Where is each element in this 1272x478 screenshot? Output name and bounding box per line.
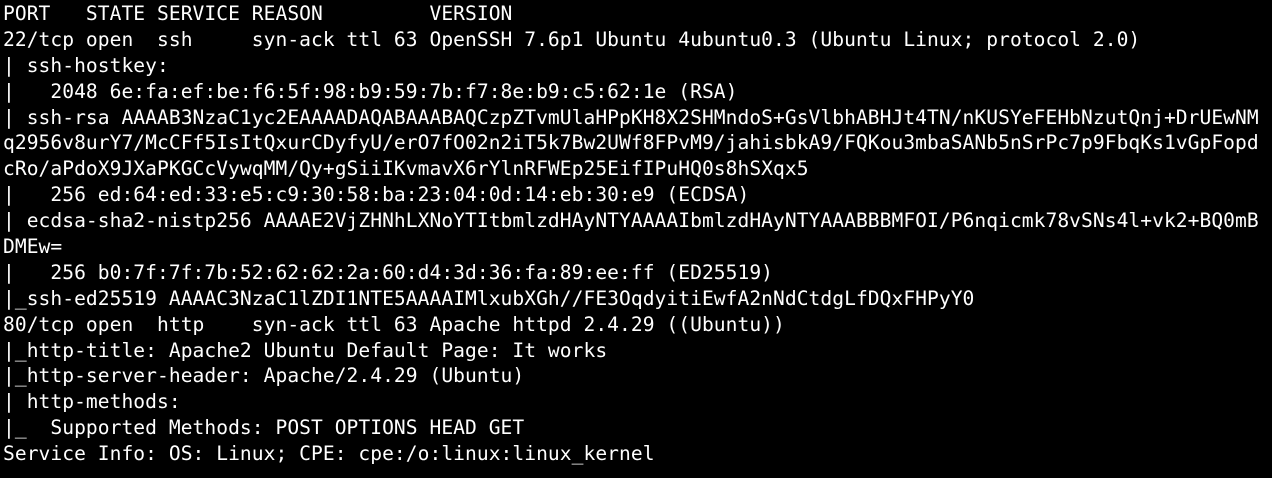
terminal-line-ecdsa-fingerprint: | 256 ed:64:ed:33:e5:c9:30:58:ba:23:04:0…	[3, 183, 750, 207]
terminal-line-rsa-key-1: | ssh-rsa AAAAB3NzaC1yc2EAAAADAQABAAABAQ…	[3, 105, 1259, 129]
terminal-line-rsa-key-2: q2956v8urY7/McCFf5IsItQxurCDyfyU/erO7fO0…	[3, 131, 1259, 155]
terminal-line-ed25519-key: |_ssh-ed25519 AAAAC3NzaC1lZDI1NTE5AAAAIM…	[3, 286, 975, 310]
terminal-line-rsa-key-3: cRo/aPdoX9JXaPKGCcVywqMM/Qy+gSiiIKvmavX6…	[3, 157, 809, 181]
terminal-line-supported-methods: |_ Supported Methods: POST OPTIONS HEAD …	[3, 416, 525, 440]
terminal-line-header: PORT STATE SERVICE REASON VERSION	[3, 2, 513, 25]
terminal-line-ecdsa-key-2: DMEw=	[3, 235, 63, 259]
terminal-line-ssh-hostkey: | ssh-hostkey:	[3, 53, 181, 77]
terminal-line-ecdsa-key-1: | ecdsa-sha2-nistp256 AAAAE2VjZHNhLXNoYT…	[3, 209, 1259, 233]
terminal-line-port-22: 22/tcp open ssh syn-ack ttl 63 OpenSSH 7…	[3, 27, 1141, 51]
terminal-line-http-title: |_http-title: Apache2 Ubuntu Default Pag…	[3, 338, 608, 362]
terminal-line-ed25519-fingerprint: | 256 b0:7f:7f:7b:52:62:62:2a:60:d4:3d:3…	[3, 260, 774, 284]
terminal-line-rsa-fingerprint: | 2048 6e:fa:ef:be:f6:5f:98:b9:59:7b:f7:…	[3, 79, 738, 103]
terminal-line-http-server-header: |_http-server-header: Apache/2.4.29 (Ubu…	[3, 364, 525, 388]
terminal-line-port-80: 80/tcp open http syn-ack ttl 63 Apache h…	[3, 312, 785, 336]
terminal-output[interactable]: PORT STATE SERVICE REASON VERSION 22/tcp…	[0, 0, 1272, 478]
terminal-line-http-methods: | http-methods:	[3, 390, 193, 414]
terminal-line-service-info: Service Info: OS: Linux; CPE: cpe:/o:lin…	[3, 442, 655, 466]
